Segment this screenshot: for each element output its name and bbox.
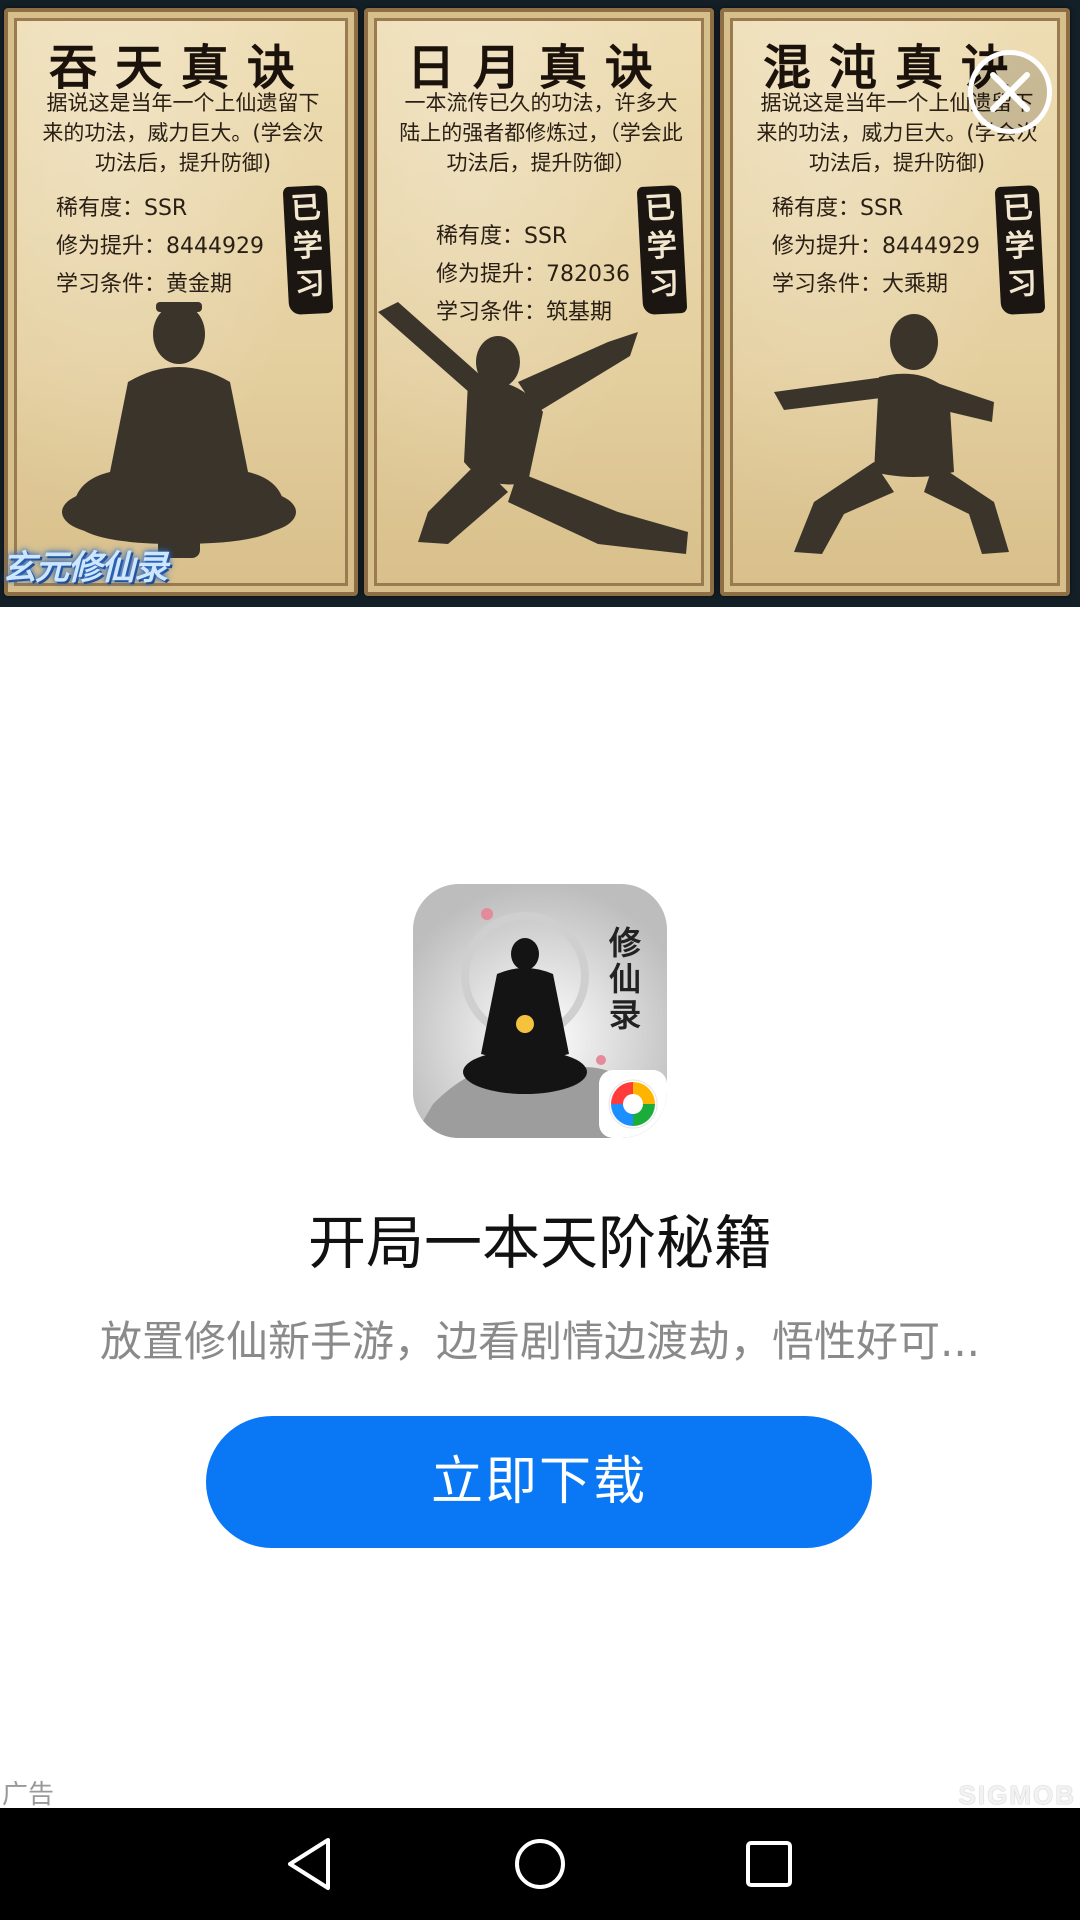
back-icon: [288, 1838, 330, 1890]
svg-text:修: 修: [608, 924, 642, 962]
skill-card-description: 据说这是当年一个上仙遗留下来的功法，威力巨大。(学会次功法后，提升防御): [42, 91, 324, 175]
skill-rarity: 稀有度：SSR: [56, 196, 188, 221]
skill-card-2: 日月真诀 一本流传已久的功法，许多大陆上的强者都修炼过，（学会此功法后，提升防御…: [364, 8, 714, 596]
close-icon: [990, 72, 1030, 112]
download-button[interactable]: 立即下载: [206, 1416, 872, 1548]
leaping-figure-silhouette: [378, 302, 688, 554]
skill-rarity: 稀有度：SSR: [436, 224, 568, 249]
skill-card-1: 吞天真诀 据说这是当年一个上仙遗留下来的功法，威力巨大。(学会次功法后，提升防御…: [4, 8, 358, 596]
app-icon-artwork: 修 仙 录: [413, 884, 667, 1138]
system-navigation-bar: [0, 1808, 1080, 1920]
game-logo: 玄元修仙录: [2, 548, 168, 588]
svg-text:录: 录: [609, 996, 641, 1034]
ad-description: 放置修仙新手游，边看剧情边渡劫，悟性好可...: [99, 1317, 981, 1366]
recent-apps-icon: [746, 1841, 792, 1887]
back-button[interactable]: [250, 1808, 370, 1920]
skill-card-description: 一本流传已久的功法，许多大陆上的强者都修炼过，（学会此功法后，提升防御）: [399, 91, 683, 175]
ad-title: 开局一本天阶秘籍: [307, 1209, 772, 1277]
ad-provider-logo: SIGMOB: [958, 1780, 1076, 1810]
home-icon: [515, 1839, 565, 1889]
recent-apps-button[interactable]: [710, 1808, 830, 1920]
skill-rarity: 稀有度：SSR: [772, 196, 904, 221]
svg-text:仙: 仙: [609, 960, 641, 998]
fighting-stance-figure-silhouette: [774, 314, 1009, 554]
ad-label: 广告: [2, 1780, 55, 1810]
skill-cultivation: 修为提升：8444929: [56, 234, 264, 259]
close-button[interactable]: [968, 50, 1052, 134]
home-button[interactable]: [480, 1808, 600, 1920]
meditating-figure-silhouette: [62, 302, 296, 558]
app-icon[interactable]: 修 仙 录: [413, 884, 667, 1138]
skill-cultivation: 修为提升：8444929: [772, 234, 980, 259]
ad-banner-image[interactable]: 吞天真诀 据说这是当年一个上仙遗留下来的功法，威力巨大。(学会次功法后，提升防御…: [0, 0, 1080, 607]
